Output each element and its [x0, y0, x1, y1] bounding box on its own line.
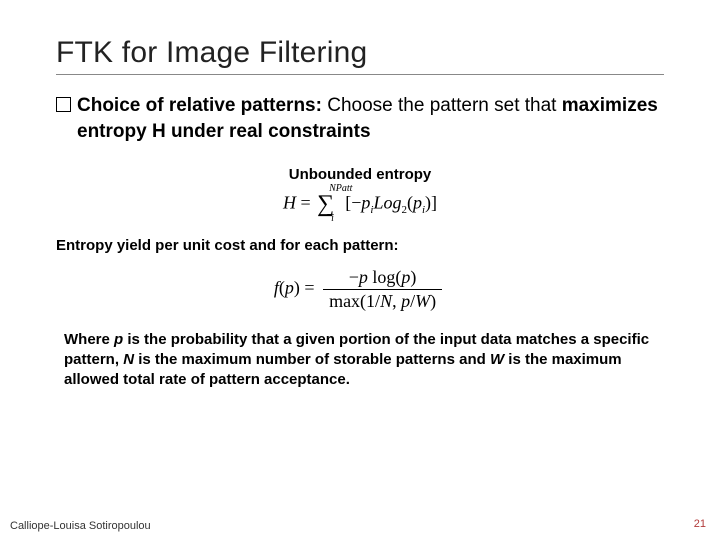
sum-lower: i — [331, 213, 334, 224]
sum-icon: NPatt∑i — [315, 191, 336, 218]
slide: FTK for Image Filtering Choice of relati… — [0, 0, 720, 540]
para-yield: Entropy yield per unit cost and for each… — [56, 236, 664, 256]
where-c: is the maximum number of storable patter… — [134, 351, 490, 368]
para-where: Where p is the probability that a given … — [56, 330, 664, 391]
num-p: p — [359, 267, 368, 287]
den-W: W — [415, 291, 430, 311]
where-p: p — [114, 331, 123, 348]
sym-H: H — [283, 193, 296, 213]
den-d: ) — [430, 291, 436, 311]
sym-eq: = — [296, 193, 315, 213]
formula-entropy: H = NPatt∑i [−piLog2(pi)] — [56, 191, 664, 218]
bullet-text: Choice of relative patterns: Choose the … — [77, 93, 664, 144]
rparen-bracket: )] — [425, 193, 437, 213]
footer-author: Calliope-Louisa Sotiropoulou — [10, 520, 151, 532]
label-unbounded-entropy: Unbounded entropy — [56, 166, 664, 183]
numerator: −p log(p) — [323, 267, 442, 290]
bracket-open: [− — [345, 193, 361, 213]
den-p: p — [401, 291, 410, 311]
where-a: Where — [64, 331, 114, 348]
sym-log: Log — [373, 193, 401, 213]
num-log: log — [372, 267, 395, 287]
rp-eq: ) = — [294, 277, 319, 297]
denominator: max(1/N, p/W) — [323, 290, 442, 312]
formula-fp: f(p) = −p log(p) max(1/N, p/W) — [56, 267, 664, 312]
bullet-rest-a: Choose the pattern set that — [322, 95, 562, 116]
num-rp: ) — [410, 267, 416, 287]
square-bullet-icon — [56, 97, 71, 112]
slide-title: FTK for Image Filtering — [56, 36, 664, 75]
neg: − — [349, 267, 359, 287]
where-W: W — [490, 351, 504, 368]
where-N: N — [123, 351, 134, 368]
bullet-lead: Choice of relative patterns: — [77, 95, 322, 116]
bullet-item: Choice of relative patterns: Choose the … — [56, 93, 664, 144]
fraction: −p log(p) max(1/N, p/W) — [323, 267, 442, 312]
sym-p-arg: p — [285, 277, 294, 297]
footer-page-number: 21 — [694, 518, 706, 530]
den-N: N — [380, 291, 392, 311]
den-b: , — [392, 291, 401, 311]
den-a: max(1/ — [329, 291, 380, 311]
sym-p2: p — [413, 193, 422, 213]
